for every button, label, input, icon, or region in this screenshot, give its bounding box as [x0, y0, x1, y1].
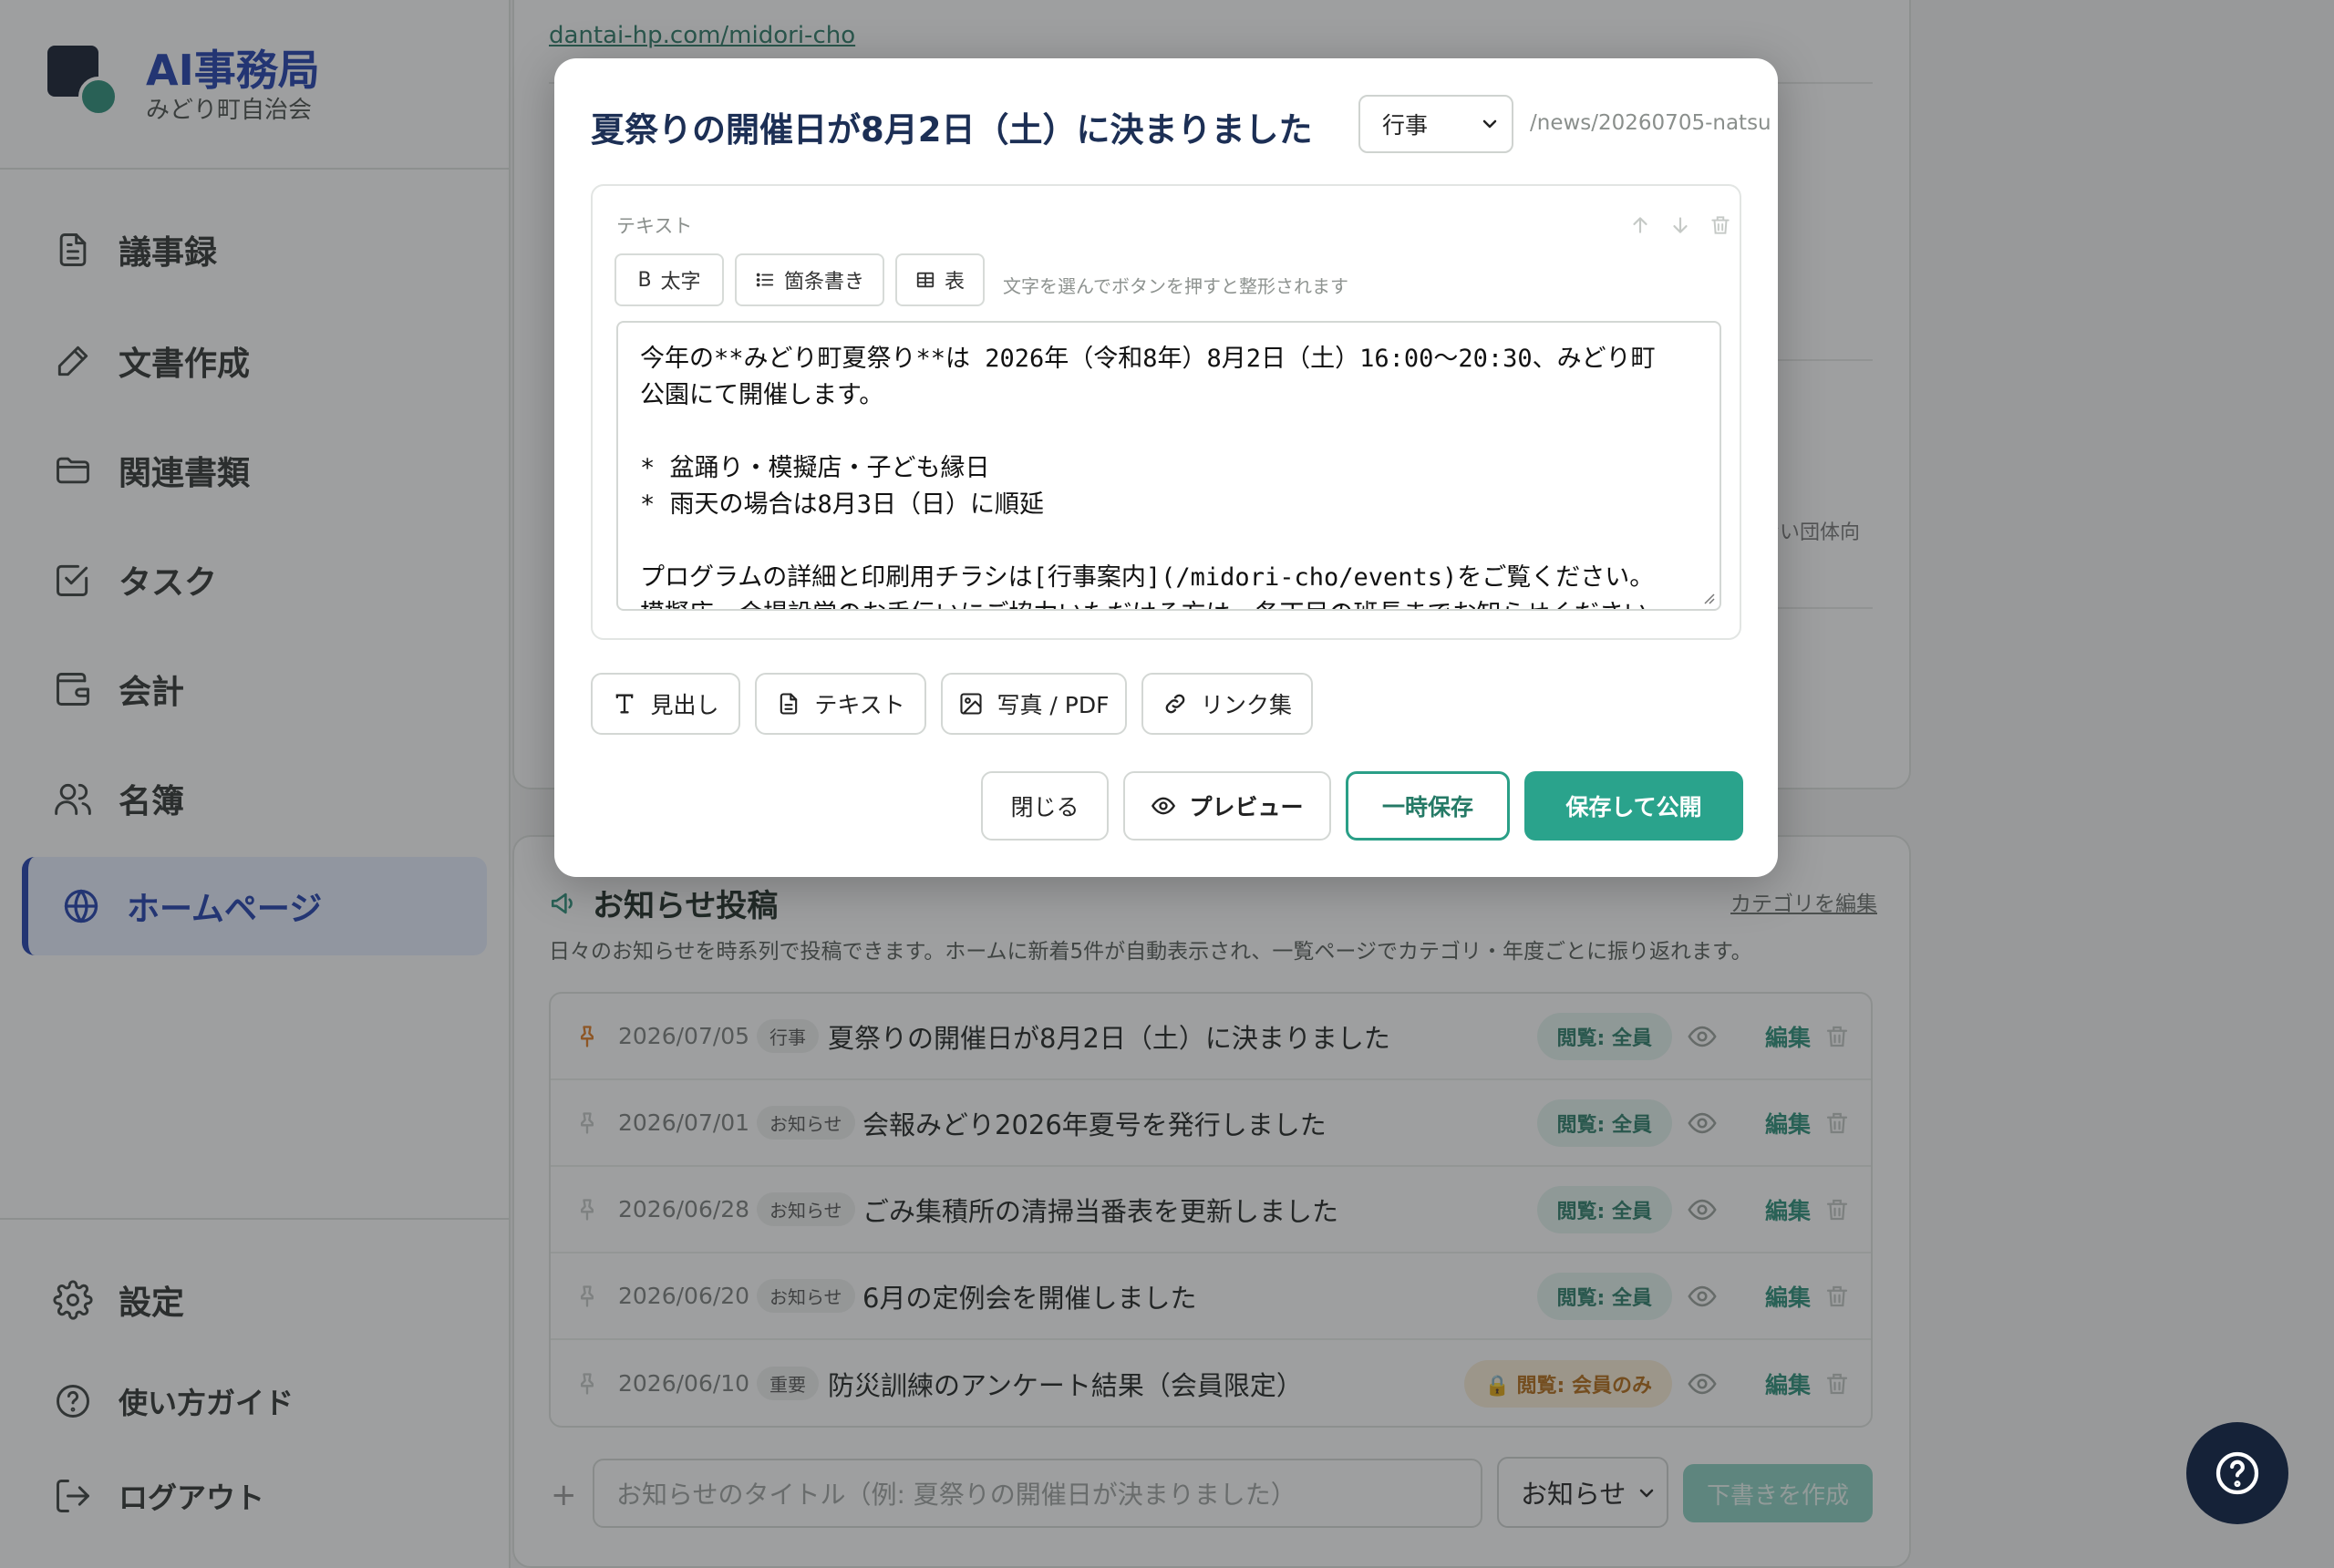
bullet-list-button[interactable]: 箇条書き — [735, 253, 884, 306]
news-edit-modal: 夏祭りの開催日が8月2日（土）に決まりました 行事 /news/20260705… — [554, 58, 1778, 877]
body-line: * 雨天の場合は8月3日（日）に順延 — [640, 490, 1045, 519]
text-block: テキスト B 太字 箇条書き 表 文字を選んでボタンを押すと整形されます 今年の… — [591, 184, 1741, 640]
add-photo-button[interactable]: 写真 / PDF — [941, 673, 1127, 735]
document-icon — [780, 693, 798, 715]
help-button[interactable] — [2186, 1422, 2288, 1524]
block-type-label: テキスト — [616, 215, 693, 237]
add-links-button[interactable]: リンク集 — [1141, 673, 1313, 735]
add-links-label: リンク集 — [1200, 692, 1292, 718]
add-photo-label: 写真 / PDF — [997, 692, 1110, 718]
category-select-value: 行事 — [1382, 112, 1429, 139]
body-line — [640, 414, 1698, 450]
body-textarea[interactable]: 今年の**みどり町夏祭り**は 2026年（令和8年）8月2日（土）16:00〜… — [616, 321, 1721, 611]
image-icon — [960, 693, 983, 715]
add-heading-label: 見出し — [650, 692, 719, 718]
link-icon — [1165, 694, 1185, 714]
resize-handle[interactable] — [1699, 589, 1716, 605]
body-line: プログラムの詳細と印刷用チラシは[行事案内](/midori-cho/event… — [640, 563, 1655, 592]
post-slug: /news/20260705-natsu — [1530, 111, 1771, 135]
chevron-down-icon — [1482, 119, 1497, 129]
arrow-up-icon[interactable] — [1628, 213, 1652, 237]
format-hint: 文字を選んでボタンを押すと整形されます — [1003, 275, 1348, 297]
preview-label: プレビュー — [1189, 794, 1304, 820]
bold-label: 太字 — [660, 271, 701, 294]
add-heading-button[interactable]: 見出し — [591, 673, 740, 735]
arrow-down-icon[interactable] — [1668, 213, 1692, 237]
body-line: 今年の**みどり町夏祭り**は 2026年（令和8年）8月2日（土）16:00〜… — [640, 345, 1656, 373]
preview-button[interactable]: プレビュー — [1123, 771, 1331, 841]
body-line: * 盆踊り・模擬店・子ども縁日 — [640, 454, 990, 482]
add-text-label: テキスト — [814, 692, 905, 718]
category-select[interactable]: 行事 — [1358, 95, 1513, 153]
modal-title[interactable]: 夏祭りの開催日が8月2日（土）に決まりました — [591, 102, 1313, 151]
help-icon — [2215, 1451, 2259, 1495]
heading-icon — [616, 694, 634, 714]
bullet-list-label: 箇条書き — [783, 271, 864, 294]
table-button[interactable]: 表 — [895, 253, 985, 306]
close-button[interactable]: 閉じる — [981, 771, 1109, 841]
add-text-button[interactable]: テキスト — [755, 673, 926, 735]
temp-save-button[interactable]: 一時保存 — [1346, 771, 1510, 841]
body-line: 模擬店・会場設営のお手伝いにご協力いただける方は、各丁目の班長までお知らせくださ… — [640, 596, 1698, 609]
body-line — [640, 523, 1698, 560]
bold-icon: B — [637, 268, 652, 292]
bold-button[interactable]: B 太字 — [614, 253, 724, 306]
list-icon — [756, 273, 774, 287]
trash-icon[interactable] — [1709, 213, 1732, 237]
eye-icon — [1152, 797, 1176, 815]
table-label: 表 — [944, 271, 965, 294]
save-publish-button[interactable]: 保存して公開 — [1524, 771, 1743, 841]
body-line: 公園にて開催します。 — [640, 381, 884, 409]
table-icon — [916, 272, 935, 288]
